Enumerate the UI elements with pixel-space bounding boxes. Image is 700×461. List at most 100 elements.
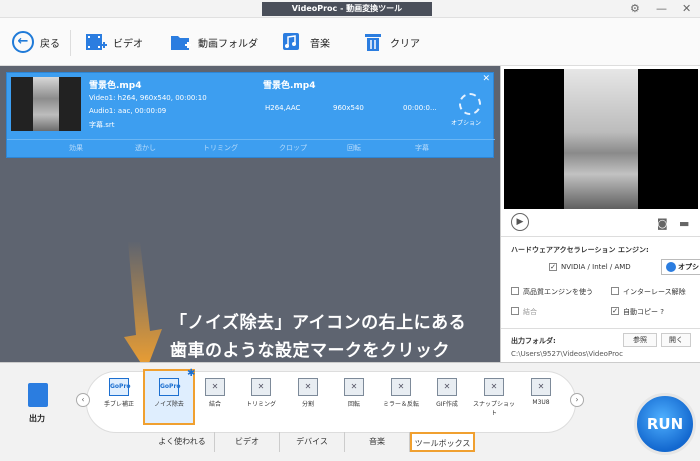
tool-mirror-flip[interactable]: ✕ ミラー＆反転	[380, 378, 422, 408]
nvidia-checkbox[interactable]: ✓	[549, 263, 557, 271]
run-button[interactable]: RUN	[634, 393, 696, 455]
back-label: 戻る	[40, 38, 60, 50]
effect-button[interactable]: 効果	[69, 143, 83, 153]
hq-engine-label: 高品質エンジンを使う	[523, 288, 593, 296]
trash-icon	[365, 34, 381, 51]
tool-m3u8[interactable]: ✕ M3U8	[520, 378, 562, 406]
hq-engine-checkbox[interactable]	[511, 287, 519, 295]
tool-label: 結合	[208, 401, 221, 408]
codec-option-gear-icon[interactable]	[459, 93, 481, 115]
output-path[interactable]: C:\Users\9527\Videos\VideoProc	[511, 350, 623, 358]
open-button[interactable]: 開く	[661, 333, 691, 347]
folder-icon[interactable]: ▬	[679, 217, 689, 230]
folder-plus-icon	[171, 36, 191, 50]
deinterlace-label: インターレース解除	[623, 288, 686, 296]
mirror-icon: ✕	[391, 378, 411, 396]
callout-line-2: 歯車のような設定マークをクリック	[170, 341, 450, 361]
folder-label: 動画フォルダ	[198, 38, 258, 50]
tool-label: トリミング	[245, 401, 276, 408]
hw-option-button[interactable]: オプション	[661, 259, 700, 275]
output-label: 出力	[29, 414, 45, 423]
back-button[interactable]: ← 戻る	[12, 30, 60, 54]
tool-label: GIF作成	[436, 401, 458, 408]
tool-label: ノイズ除去	[154, 401, 184, 408]
annotation-arrow	[124, 241, 162, 371]
tab-device[interactable]: デバイス	[280, 432, 345, 452]
tool-label: M3U8	[532, 399, 550, 406]
music-label: 音楽	[310, 38, 330, 50]
video-preview[interactable]	[504, 69, 698, 209]
rotate-button[interactable]: 回転	[347, 143, 361, 153]
carousel-next-icon[interactable]: ›	[570, 393, 584, 407]
tool-trim[interactable]: ✕ トリミング	[240, 378, 282, 408]
tool-stabilize[interactable]: GoPro 手ブレ補正	[98, 378, 140, 408]
hw-accel-title: ハードウェアアクセラレーション エンジン:	[511, 246, 649, 254]
tool-label: 手ブレ補正	[103, 401, 134, 408]
clear-button[interactable]: クリア	[362, 30, 420, 54]
tool-label: 分割	[301, 401, 314, 408]
snapshot-icon: ✕	[484, 378, 504, 396]
auto-copy-checkbox[interactable]: ✓	[611, 307, 619, 315]
close-icon[interactable]: ✕	[682, 1, 691, 17]
video-thumbnail[interactable]	[11, 77, 81, 131]
trim-button[interactable]: トリミング	[203, 143, 238, 153]
merge-label: 結合	[523, 308, 537, 316]
crop-button[interactable]: クロップ	[279, 143, 307, 153]
codec-option-label: オプション	[451, 120, 482, 127]
back-arrow-icon: ←	[12, 31, 34, 53]
divider	[501, 328, 700, 329]
camera-icon[interactable]: ◙	[657, 217, 668, 230]
file-workspace: ✕ 雪景色.mp4 Video1: h264, 960x540, 00:00:1…	[0, 66, 500, 371]
rotate-icon: ✕	[344, 378, 364, 396]
browse-button[interactable]: 参照	[623, 333, 657, 347]
tool-denoise[interactable]: GoPro ノイズ除去	[148, 378, 190, 408]
tool-snapshot[interactable]: ✕ スナップショット	[473, 378, 515, 417]
video-label: ビデオ	[113, 38, 143, 50]
output-folder-label: 出力フォルダ:	[511, 337, 556, 345]
tab-music[interactable]: 音楽	[345, 432, 410, 452]
clear-label: クリア	[390, 38, 420, 50]
main-toolbar: ← 戻る ビデオ 動画フォルダ 音楽 クリア	[0, 18, 700, 66]
file-card[interactable]: ✕ 雪景色.mp4 Video1: h264, 960x540, 00:00:1…	[6, 72, 495, 158]
tool-rotate[interactable]: ✕ 回転	[333, 378, 375, 408]
category-tabs: よく使われる ビデオ デバイス 音楽 ツールボックス	[150, 432, 475, 452]
close-icon[interactable]: ✕	[482, 74, 490, 84]
subtitle-button[interactable]: 字幕	[415, 143, 429, 153]
duration-info: 00:00:0...	[403, 104, 437, 112]
edit-toolbar: 効果 透かし トリミング クロップ 回転 字幕	[7, 139, 495, 157]
merge-checkbox[interactable]	[511, 307, 519, 315]
gear-icon	[666, 262, 676, 272]
tool-merge[interactable]: ✕ 結合	[194, 378, 236, 408]
gopro-icon: GoPro	[109, 378, 131, 396]
add-video-button[interactable]: ビデオ	[85, 30, 143, 54]
tab-video[interactable]: ビデオ	[215, 432, 280, 452]
add-music-button[interactable]: 音楽	[282, 30, 330, 54]
tool-split[interactable]: ✕ 分割	[287, 378, 329, 408]
callout-line-1: 「ノイズ除去」アイコンの右上にある	[170, 313, 467, 333]
deinterlace-checkbox[interactable]	[611, 287, 619, 295]
add-folder-button[interactable]: 動画フォルダ	[170, 30, 258, 54]
tab-common[interactable]: よく使われる	[150, 432, 215, 452]
merge-icon: ✕	[205, 378, 225, 396]
auto-copy-label: 自動コピー ?	[623, 308, 664, 316]
title-bar: VideoProc - 動画変換ツール ⚙ — ✕	[0, 0, 700, 18]
split-icon: ✕	[298, 378, 318, 396]
audio-track-info[interactable]: Audio1: aac, 00:00:09	[89, 107, 166, 115]
nvidia-label: NVIDIA / Intel / AMD	[561, 263, 631, 271]
m3u8-icon: ✕	[531, 378, 551, 396]
tool-gif[interactable]: ✕ GIF作成	[426, 378, 468, 408]
gif-icon: ✕	[437, 378, 457, 396]
output-file-name[interactable]: 雪景色.mp4	[263, 78, 316, 91]
carousel-prev-icon[interactable]: ‹	[76, 393, 90, 407]
watermark-button[interactable]: 透かし	[135, 143, 156, 153]
tool-label: ミラー＆反転	[382, 401, 419, 408]
play-icon[interactable]: ▶	[511, 213, 529, 231]
tab-toolbox[interactable]: ツールボックス	[410, 432, 475, 452]
video-track-info[interactable]: Video1: h264, 960x540, 00:00:10	[89, 94, 207, 102]
minimize-icon[interactable]: —	[656, 1, 667, 17]
subtitle-track-info[interactable]: 字幕.srt	[89, 120, 115, 130]
output-profile-icon[interactable]	[28, 383, 48, 407]
music-plus-icon	[283, 33, 299, 50]
trim-icon: ✕	[251, 378, 271, 396]
gear-icon[interactable]: ⚙	[630, 1, 640, 17]
